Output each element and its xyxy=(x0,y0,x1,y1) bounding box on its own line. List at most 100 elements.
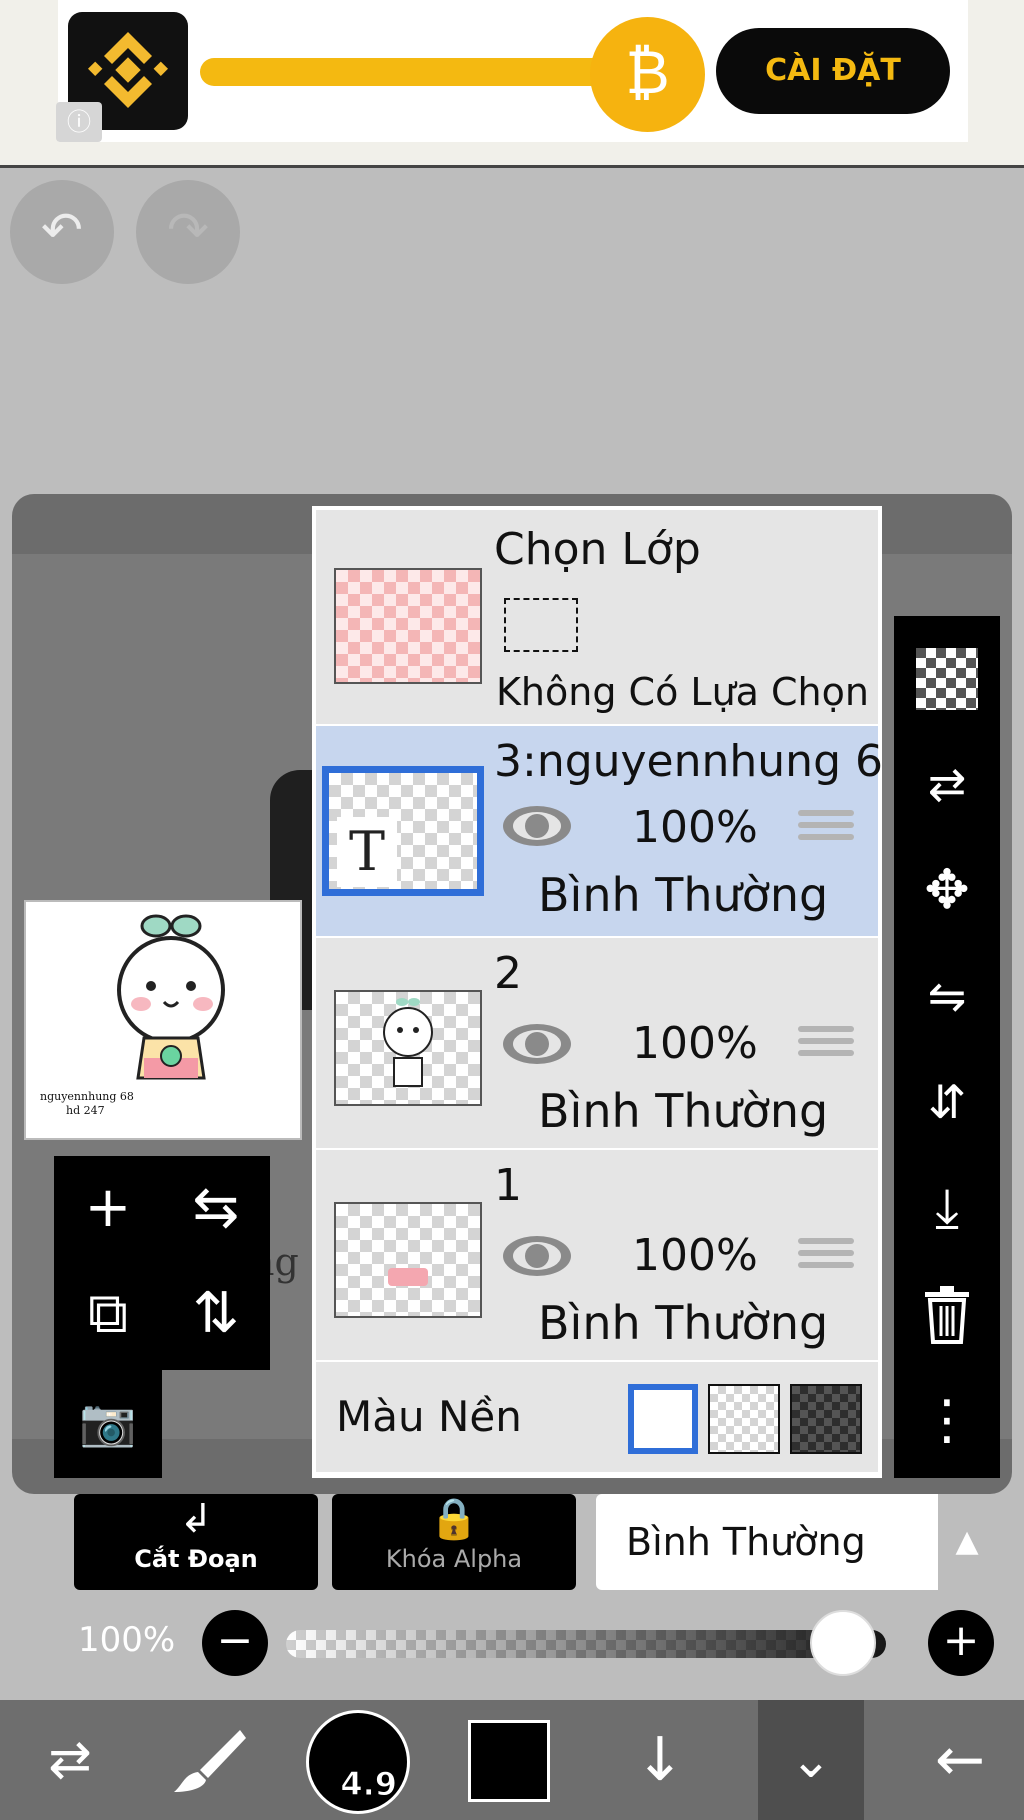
duplicate-layer-button[interactable]: ⧉ xyxy=(54,1262,162,1370)
camera-button[interactable]: 📷 xyxy=(54,1370,162,1478)
brush-size-indicator[interactable]: 4.9 xyxy=(306,1710,410,1814)
brush-size-value: 4.9 xyxy=(340,1765,398,1804)
alpha-lock-label: Khóa Alpha xyxy=(385,1545,523,1573)
brush-eraser-swap-icon: ⇄ xyxy=(48,1730,92,1790)
arrow-left-icon: ← xyxy=(934,1725,986,1795)
brush-eraser-toggle-button[interactable]: ⇄ xyxy=(10,1700,130,1820)
back-button[interactable]: ← xyxy=(900,1700,1020,1820)
add-copy-icon: ⧉ xyxy=(88,1281,128,1346)
checker-icon xyxy=(916,648,978,710)
brush-tool-button[interactable] xyxy=(150,1700,270,1820)
selection-thumbnail xyxy=(334,568,482,684)
preview-caption: nguyennhung 68 hd 247 xyxy=(40,1090,134,1118)
flip-horizontal-icon: ⇆ xyxy=(192,1175,240,1240)
plus-icon: + xyxy=(84,1175,132,1240)
bg-transparent-swatch[interactable] xyxy=(708,1384,780,1454)
layer-tools-right: ⇄ ✥ ⇋ ⇵ ⤓ ⋮ xyxy=(894,616,1000,1478)
flip-horizontal-icon: ⇋ xyxy=(927,969,967,1023)
blend-mode-dropdown-icon[interactable]: ▲ xyxy=(938,1494,996,1590)
install-button[interactable]: CÀI ĐẶT xyxy=(716,28,950,114)
layer-blend-mode: Bình Thường xyxy=(538,868,829,922)
layer-row-3[interactable]: T 3:nguyennhung 6 100% Bình Thường xyxy=(316,724,883,936)
selection-title: Chọn Lớp xyxy=(494,524,701,575)
merge-down-icon: ⤓ xyxy=(935,1176,959,1239)
character-illustration xyxy=(117,914,225,1080)
more-icon: ⋮ xyxy=(920,1388,974,1451)
redo-button[interactable]: ↷ xyxy=(136,180,240,284)
flip-horizontal-button[interactable]: ⇆ xyxy=(162,1156,270,1264)
bitcoin-icon: ₿ xyxy=(590,17,705,132)
layer-down-button[interactable]: ↓ xyxy=(600,1700,720,1820)
transparency-button[interactable] xyxy=(894,626,1000,730)
undo-button[interactable]: ↶ xyxy=(10,180,114,284)
camera-tool: 📷 xyxy=(54,1370,162,1478)
flip-horizontal-layer-button[interactable]: ⇋ xyxy=(894,944,1000,1048)
swap-icon: ⇄ xyxy=(927,757,967,811)
ad-banner[interactable]: ⓘ ₿ CÀI ĐẶT xyxy=(0,0,1024,168)
layer-name: 3:nguyennhung 6 xyxy=(494,736,883,787)
ad-slider-track xyxy=(200,58,620,86)
color-swatch[interactable] xyxy=(468,1720,550,1802)
visibility-eye-icon[interactable] xyxy=(502,804,572,848)
drag-handle-icon[interactable] xyxy=(798,804,854,848)
layer-name: 2 xyxy=(494,948,522,999)
layer-thumbnail-3: T xyxy=(322,766,484,896)
bg-white-swatch[interactable] xyxy=(628,1384,698,1454)
opacity-slider-thumb[interactable] xyxy=(810,1610,876,1676)
flip-vertical-layer-button[interactable]: ⇵ xyxy=(894,1050,1000,1154)
background-color-row: Màu Nền xyxy=(316,1360,878,1472)
layer-opacity: 100% xyxy=(632,1230,758,1281)
move-button[interactable]: ✥ xyxy=(894,838,1000,942)
merge-down-button[interactable]: ⤓ xyxy=(894,1156,1000,1260)
trash-icon xyxy=(925,1286,969,1344)
more-button[interactable]: ⋮ xyxy=(894,1368,1000,1472)
blend-mode-select[interactable]: Bình Thường xyxy=(596,1494,938,1590)
opacity-increase-button[interactable]: + xyxy=(928,1610,994,1676)
layer-name: 1 xyxy=(494,1160,522,1211)
opacity-decrease-button[interactable]: − xyxy=(202,1610,268,1676)
bg-dark-swatch[interactable] xyxy=(790,1384,862,1454)
undo-icon: ↶ xyxy=(41,201,83,259)
drag-handle-icon[interactable] xyxy=(798,1232,854,1276)
layers-panel: Chọn Lớp Không Có Lựa Chọn T 3:nguyennhu… xyxy=(312,506,883,1478)
layer-thumbnail-2 xyxy=(334,990,482,1106)
opacity-value-label: 100% xyxy=(78,1620,176,1660)
layer-opacity: 100% xyxy=(632,1018,758,1069)
flip-vertical-icon: ⇵ xyxy=(927,1075,967,1129)
selection-marquee-icon xyxy=(504,598,578,652)
flip-vertical-button[interactable]: ⇅ xyxy=(162,1262,270,1370)
double-chevron-down-icon: ⌄ xyxy=(790,1731,832,1789)
lock-icon: 🔒 xyxy=(429,1496,479,1542)
move-icon: ✥ xyxy=(924,858,970,921)
layer-row-1[interactable]: 1 100% Bình Thường xyxy=(316,1148,878,1360)
layer-tools-left: + ⇆ ⧉ ⇅ xyxy=(54,1156,270,1370)
redo-icon: ↷ xyxy=(167,201,209,259)
layer-blend-mode: Bình Thường xyxy=(538,1296,829,1350)
opacity-slider-track[interactable] xyxy=(286,1630,886,1658)
drag-handle-icon[interactable] xyxy=(798,1020,854,1064)
clipping-label: Cắt Đoạn xyxy=(134,1545,258,1573)
layer-panel-toggle-button[interactable]: ⌄ xyxy=(758,1700,864,1820)
delete-layer-button[interactable] xyxy=(894,1262,1000,1366)
arrow-down-icon: ↓ xyxy=(634,1725,686,1795)
plus-icon: + xyxy=(942,1615,980,1666)
visibility-eye-icon[interactable] xyxy=(502,1234,572,1278)
ad-info-icon[interactable]: ⓘ xyxy=(56,102,102,142)
add-layer-button[interactable]: + xyxy=(54,1156,162,1264)
layer-row-2[interactable]: 2 100% Bình Thường xyxy=(316,936,878,1148)
clip-arrow-icon: ↲ xyxy=(179,1496,213,1542)
selection-layer-row[interactable]: Chọn Lớp Không Có Lựa Chọn xyxy=(316,510,878,724)
camera-icon: 📷 xyxy=(79,1395,137,1449)
layer-blend-mode: Bình Thường xyxy=(538,1084,829,1138)
layer-opacity: 100% xyxy=(632,802,758,853)
clipping-button[interactable]: ↲ Cắt Đoạn xyxy=(74,1494,318,1590)
preview-caption-line2: hd 247 xyxy=(66,1104,105,1117)
brush-icon xyxy=(174,1730,246,1792)
selection-status: Không Có Lựa Chọn xyxy=(496,670,869,714)
flip-vertical-icon: ⇅ xyxy=(192,1281,240,1346)
alpha-lock-button[interactable]: 🔒 Khóa Alpha xyxy=(332,1494,576,1590)
visibility-eye-icon[interactable] xyxy=(502,1022,572,1066)
canvas-preview[interactable]: nguyennhung 68 hd 247 xyxy=(24,900,302,1140)
swap-layer-button[interactable]: ⇄ xyxy=(894,732,1000,836)
text-layer-icon: T xyxy=(337,817,397,887)
